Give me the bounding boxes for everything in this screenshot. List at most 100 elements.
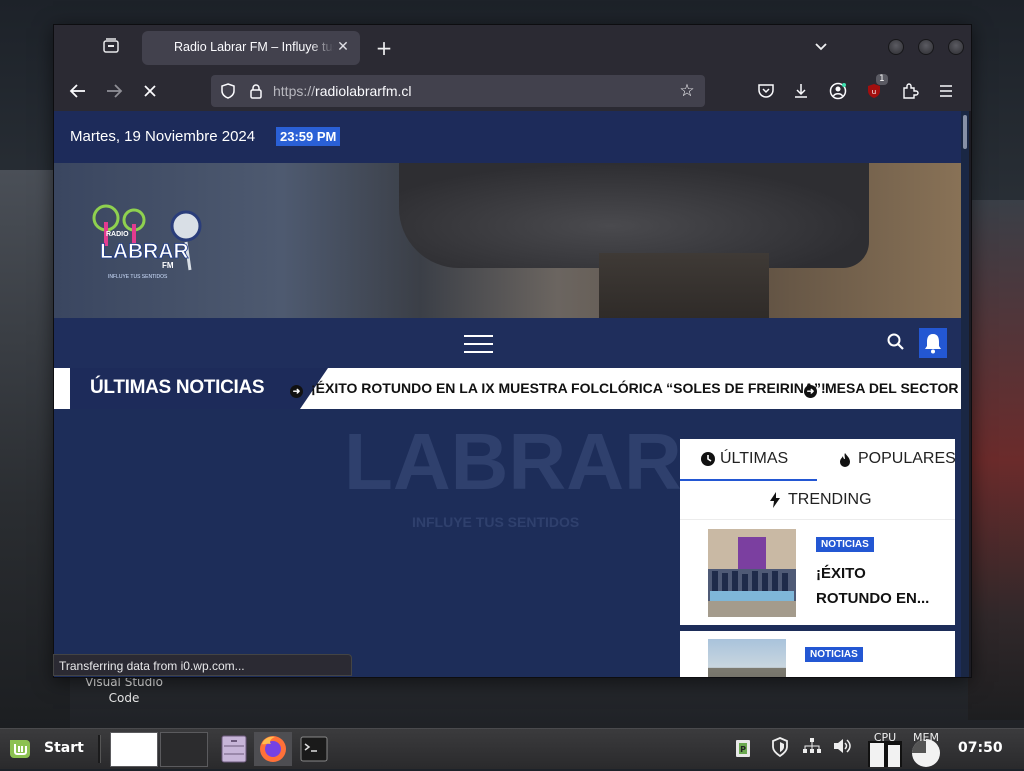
hero-logo-watermark: LABRAR INFLUYE TUS SENTIDOS <box>344 417 682 530</box>
logo-text-fm: FM <box>162 261 174 270</box>
pocket-icon[interactable] <box>754 79 778 103</box>
clipboard-p-icon[interactable]: P <box>732 737 754 759</box>
taskbar-clock[interactable]: 07:50 <box>958 740 1003 756</box>
workspace-1[interactable] <box>110 732 158 767</box>
shield-icon[interactable] <box>769 737 791 759</box>
window-maximize-button[interactable] <box>918 39 934 55</box>
ublock-extension-icon[interactable]: u 1 <box>862 74 888 103</box>
news-thumbnail[interactable] <box>708 639 786 677</box>
bell-icon <box>925 334 941 354</box>
window-minimize-button[interactable] <box>888 39 904 55</box>
tab-radio-labrar[interactable]: Radio Labrar FM – Influye tus sentidos ✕ <box>142 31 360 65</box>
site-top-bar: Martes, 19 Noviembre 2024 23:59 PM <box>54 111 961 163</box>
cpu-label: CPU <box>873 731 897 744</box>
tracking-protection-shield-icon[interactable] <box>219 82 237 100</box>
lock-icon[interactable] <box>247 82 265 100</box>
tab-title: Radio Labrar FM – Influye tus sentidos <box>174 40 334 54</box>
taskbar: Start P CPU MEM 07:50 <box>0 728 1024 769</box>
ticker-item-text: ¡ÉXITO ROTUNDO EN LA IX MUESTRA FOLCLÓRI… <box>311 380 826 396</box>
cpu-monitor[interactable]: CPU <box>868 731 902 767</box>
bolt-icon <box>770 492 780 508</box>
radio-labrar-logo[interactable]: RADIO LABRAR FM INFLUYE TUS SENTIDOS <box>86 198 208 286</box>
ticker-label: ÚLTIMAS NOTICIAS <box>90 377 265 398</box>
site-time: 23:59 PM <box>276 127 341 146</box>
file-cabinet-icon <box>221 735 247 763</box>
arrow-circle-icon: ➜ <box>290 385 303 398</box>
news-item-title[interactable]: ¡ÉXITO ROTUNDO EN... <box>816 561 936 611</box>
mint-logo-icon <box>10 740 30 758</box>
svg-text:P: P <box>740 745 746 754</box>
tab-popular[interactable]: POPULARES <box>818 439 956 479</box>
network-icon[interactable] <box>801 737 823 759</box>
logo-text-main: LABRAR <box>100 240 189 263</box>
header-background-pillar <box>599 253 769 318</box>
tab-bar: Radio Labrar FM – Influye tus sentidos ✕… <box>54 25 971 71</box>
watermark-text-main: LABRAR <box>344 417 682 506</box>
window-close-button[interactable] <box>948 39 964 55</box>
menu-hamburger-icon[interactable] <box>934 79 958 103</box>
file-manager-launcher[interactable] <box>215 732 253 766</box>
firefox-launcher[interactable] <box>254 732 292 766</box>
site-menu-hamburger-icon[interactable] <box>464 335 493 354</box>
scrollbar-thumb[interactable] <box>963 115 967 149</box>
tab-popular-label: POPULARES <box>858 450 956 467</box>
taskbar-separator <box>98 735 101 763</box>
new-tab-button[interactable]: + <box>372 36 396 60</box>
tab-close-icon[interactable]: ✕ <box>334 38 352 56</box>
terminal-icon <box>300 736 328 762</box>
firefox-icon <box>260 736 286 762</box>
extensions-puzzle-icon[interactable] <box>898 79 922 103</box>
mem-monitor[interactable]: MEM <box>909 731 943 767</box>
bookmark-star-icon[interactable]: ☆ <box>677 81 697 101</box>
extension-badge: 1 <box>876 74 888 85</box>
volume-icon[interactable] <box>831 737 853 759</box>
ticker-item[interactable]: ➜ MESA DEL SECTOR P <box>804 380 969 398</box>
status-panel: Transferring data from i0.wp.com... <box>53 654 352 676</box>
sidebar-news-item[interactable]: NOTICIAS ¡ÉXITO ROTUNDO EN... <box>680 529 955 619</box>
page-scrollbar[interactable] <box>961 111 969 677</box>
firefox-window: Radio Labrar FM – Influye tus sentidos ✕… <box>53 24 972 678</box>
terminal-launcher[interactable] <box>295 732 333 766</box>
page-viewport: Martes, 19 Noviembre 2024 23:59 PM RADIO… <box>54 111 969 677</box>
logo-text-top: RADIO <box>106 231 129 238</box>
list-all-tabs-chevron-icon[interactable] <box>809 36 833 60</box>
tab-trending-label: TRENDING <box>788 491 872 508</box>
notifications-bell-button[interactable] <box>919 328 947 358</box>
ticker-item[interactable]: ➜ ¡ÉXITO ROTUNDO EN LA IX MUESTRA FOLCLÓR… <box>290 380 826 398</box>
address-bar[interactable]: https://radiolabrarfm.cl ☆ <box>211 75 705 107</box>
url-host: radiolabrarfm.cl <box>315 83 412 99</box>
site-main-nav <box>54 318 969 368</box>
url-text[interactable]: https://radiolabrarfm.cl <box>273 83 412 99</box>
mem-label: MEM <box>913 731 939 744</box>
watermark-tagline: INFLUYE TUS SENTIDOS <box>412 514 579 530</box>
svg-text:u: u <box>872 88 876 96</box>
downloads-icon[interactable] <box>789 79 813 103</box>
workspace-2[interactable] <box>160 732 208 767</box>
back-arrow-icon[interactable] <box>64 77 92 105</box>
account-icon[interactable] <box>826 79 850 103</box>
site-date: Martes, 19 Noviembre 2024 <box>70 128 256 145</box>
logo-tagline: INFLUYE TUS SENTIDOS <box>108 274 168 280</box>
category-badge[interactable]: NOTICIAS <box>805 647 863 662</box>
tab-latest[interactable]: ÚLTIMAS <box>680 439 817 481</box>
tab-trending[interactable]: TRENDING <box>680 481 955 520</box>
ticker-item-text: MESA DEL SECTOR P <box>825 380 969 396</box>
forward-arrow-icon[interactable] <box>100 77 128 105</box>
desktop-icon-label-line2: Code <box>108 691 140 705</box>
start-label: Start <box>44 740 84 756</box>
desktop-wallpaper-right <box>968 200 1024 720</box>
desktop-icon-vscode-label[interactable]: Visual Studio Code <box>72 674 176 706</box>
fire-icon <box>840 453 850 467</box>
arrow-circle-icon: ➜ <box>804 385 817 398</box>
firefox-view-icon[interactable] <box>100 37 122 59</box>
category-badge[interactable]: NOTICIAS <box>816 537 874 552</box>
ticker-label-box: ÚLTIMAS NOTICIAS <box>70 368 328 409</box>
navigation-toolbar: https://radiolabrarfm.cl ☆ u 1 <box>54 71 971 111</box>
url-protocol: https:// <box>273 83 316 99</box>
news-thumbnail[interactable] <box>708 529 796 617</box>
site-header-banner: RADIO LABRAR FM INFLUYE TUS SENTIDOS <box>54 163 969 318</box>
clock-icon <box>701 452 715 466</box>
stop-loading-icon[interactable] <box>136 77 164 105</box>
sidebar-news-card-2[interactable]: NOTICIAS <box>680 631 955 677</box>
site-search-icon[interactable] <box>886 332 906 352</box>
